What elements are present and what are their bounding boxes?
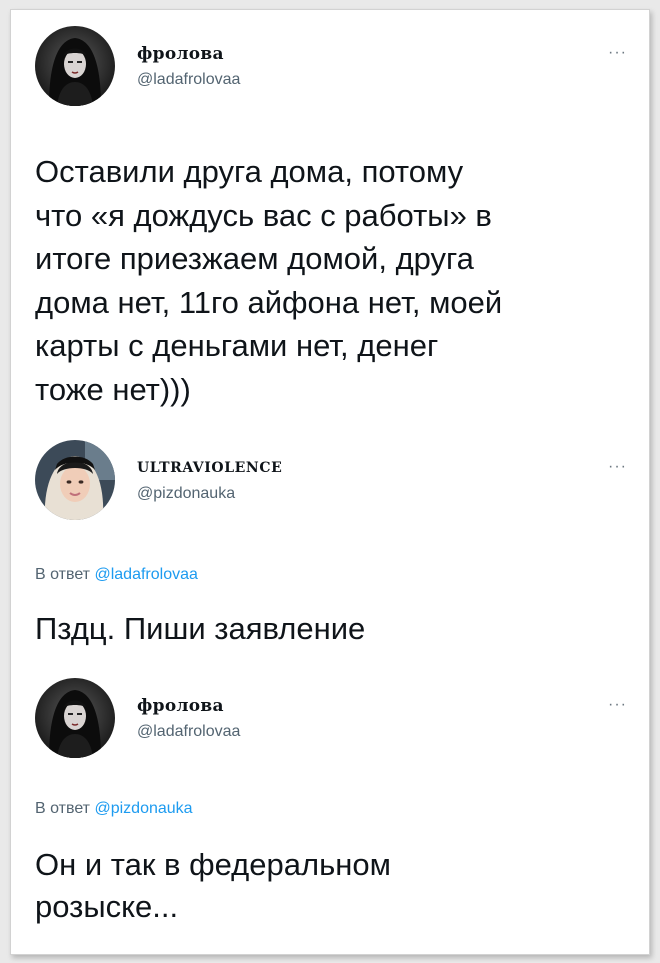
- user-handle[interactable]: @ladafrolovaa: [137, 70, 240, 90]
- user-handle[interactable]: @pizdonauka: [137, 484, 282, 504]
- reply-prefix: В ответ: [35, 566, 91, 583]
- more-options-icon[interactable]: ···: [608, 697, 627, 713]
- screenshot-card: фролова @ladafrolovaa ··· Оставили друга…: [10, 9, 650, 955]
- reply-mention-link[interactable]: @ladafrolovaa: [94, 566, 197, 583]
- author-block: ULTRAVIOLENCE @pizdonauka: [137, 458, 282, 504]
- tweet-header: фролова @ladafrolovaa ···: [11, 678, 649, 760]
- reply-context: В ответ @ladafrolovaa: [35, 564, 198, 586]
- author-block: фролова @ladafrolovaa: [137, 44, 240, 90]
- author-block: фролова @ladafrolovaa: [137, 696, 240, 742]
- tweet: ULTRAVIOLENCE @pizdonauka ··· В ответ @l…: [11, 440, 649, 646]
- avatar-image: [35, 440, 115, 520]
- avatar[interactable]: [35, 26, 115, 106]
- tweet-header: фролова @ladafrolovaa ···: [11, 26, 649, 108]
- reply-mention-link[interactable]: @pizdonauka: [94, 800, 192, 817]
- user-handle[interactable]: @ladafrolovaa: [137, 722, 240, 742]
- display-name[interactable]: фролова: [137, 696, 240, 716]
- tweet-text: Пздц. Пиши заявление: [35, 611, 366, 646]
- more-options-icon[interactable]: ···: [608, 459, 627, 475]
- more-options-icon[interactable]: ···: [608, 45, 627, 61]
- reply-prefix: В ответ: [35, 800, 91, 817]
- avatar[interactable]: [35, 440, 115, 520]
- reply-context: В ответ @pizdonauka: [35, 798, 193, 820]
- tweet-text: Он и так в федеральном розыске...: [35, 847, 391, 924]
- tweet-text: Оставили друга дома, потому что «я дожду…: [35, 154, 503, 407]
- display-name[interactable]: фролова: [137, 44, 240, 64]
- avatar[interactable]: [35, 678, 115, 758]
- avatar-image: [35, 26, 115, 106]
- tweet: фролова @ladafrolovaa ··· Оставили друга…: [11, 26, 649, 407]
- tweet: фролова @ladafrolovaa ··· В ответ @pizdo…: [11, 678, 649, 924]
- display-name[interactable]: ULTRAVIOLENCE: [137, 458, 282, 478]
- tweet-header: ULTRAVIOLENCE @pizdonauka ···: [11, 440, 649, 522]
- avatar-image: [35, 678, 115, 758]
